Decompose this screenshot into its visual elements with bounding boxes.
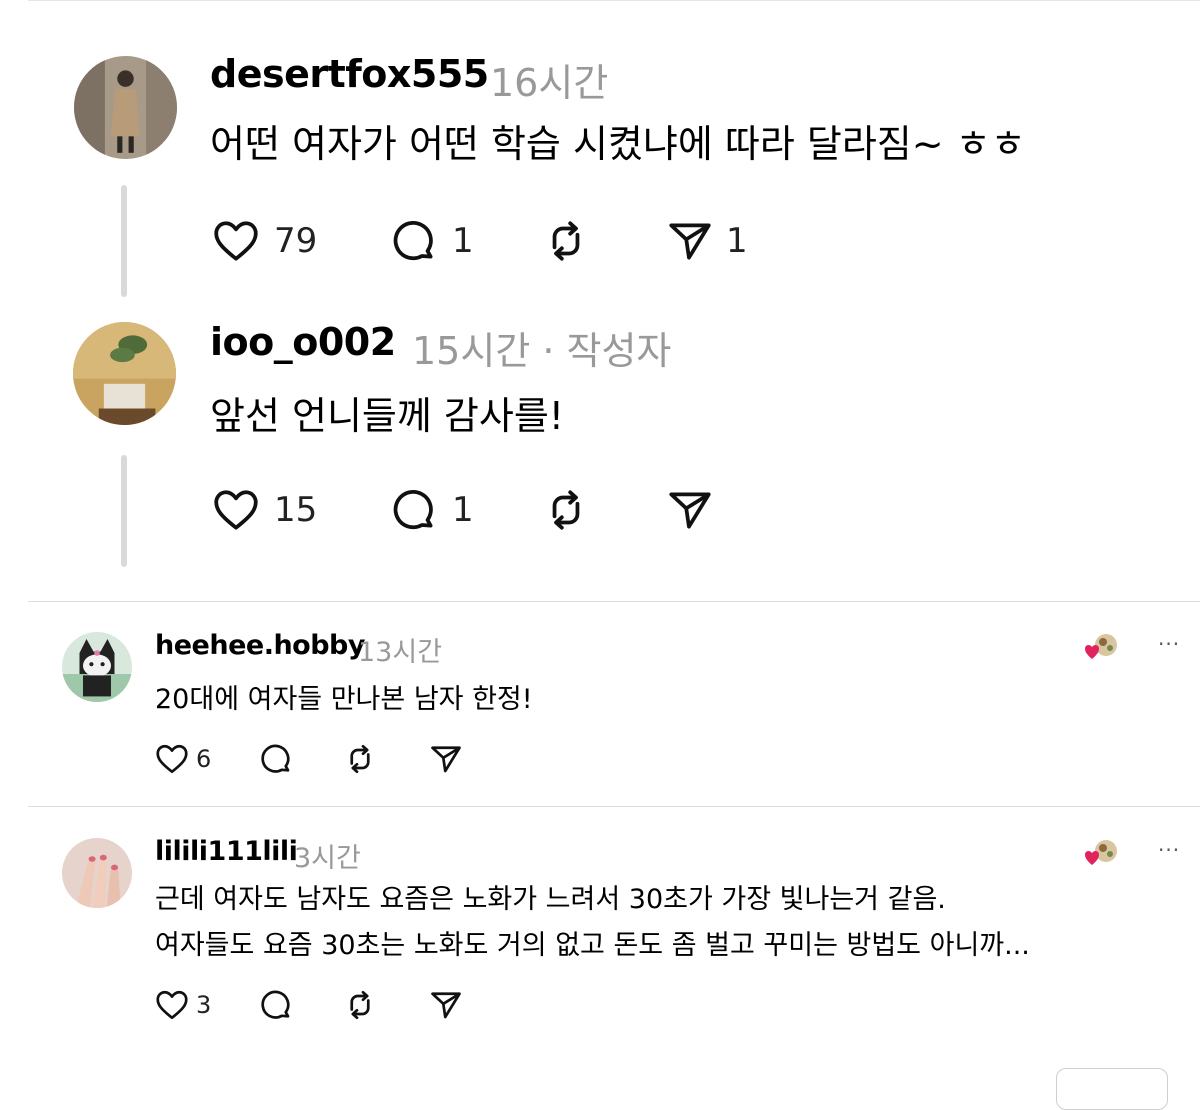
more-icon[interactable]: ··· (1158, 838, 1180, 862)
comment-text: 어떤 여자가 어떤 학습 시켰냐에 따라 달라짐~ ㅎㅎ (210, 122, 1026, 166)
share-icon (669, 223, 711, 260)
repost-button[interactable] (540, 485, 664, 535)
action-bar: 79 1 1 (210, 216, 748, 266)
share-button[interactable] (428, 987, 464, 1023)
action-bar: 15 1 (210, 485, 716, 535)
heart-icon (156, 990, 188, 1020)
share-icon (431, 992, 461, 1019)
section-divider (28, 806, 1200, 807)
top-divider (28, 0, 1200, 1)
reaction-badge[interactable] (1085, 838, 1119, 868)
share-count: 1 (726, 221, 748, 261)
avatar[interactable] (74, 56, 177, 159)
section-divider (28, 601, 1200, 602)
action-bar: 3 (154, 987, 464, 1023)
reply-count: 1 (452, 490, 474, 530)
avatar-photo-icon (74, 56, 177, 159)
timestamp: 15시간 · 작성자 (412, 329, 672, 373)
reply-button[interactable] (258, 987, 342, 1023)
avatar-photo-icon (73, 322, 176, 425)
like-count: 15 (274, 490, 318, 530)
avatar-photo-icon (62, 838, 132, 908)
comment-text-line-1: 근데 여자도 남자도 요즘은 노화가 느려서 30초가 가장 빛나는거 같음. (155, 884, 946, 915)
share-button[interactable] (428, 741, 464, 777)
avatar[interactable] (62, 838, 132, 908)
repost-icon (350, 990, 370, 1020)
reply-count: 1 (452, 221, 474, 261)
avatar[interactable] (62, 632, 132, 702)
action-bar: 6 (154, 741, 464, 777)
comment-text: 앞선 언니들께 감사를! (210, 394, 565, 438)
avatar-character-icon (62, 632, 132, 702)
repost-button[interactable] (342, 987, 428, 1023)
username[interactable]: heehee.hobby (155, 630, 365, 661)
like-button[interactable]: 79 (210, 216, 388, 266)
like-button[interactable]: 15 (210, 485, 388, 535)
repost-icon (552, 221, 580, 261)
repost-button[interactable] (342, 741, 428, 777)
repost-button[interactable] (540, 216, 664, 266)
share-icon (669, 492, 711, 529)
like-count: 6 (196, 745, 212, 773)
timestamp: 16시간 (490, 61, 609, 105)
share-button[interactable]: 1 (664, 216, 748, 266)
thread-line (121, 185, 127, 297)
comment-icon (393, 490, 433, 530)
like-count: 3 (196, 991, 212, 1019)
reply-button[interactable]: 1 (388, 485, 540, 535)
comment-text: 20대에 여자들 만나본 남자 한정! (155, 684, 533, 715)
repost-icon (552, 490, 580, 530)
comment-icon (261, 990, 290, 1019)
timestamp: 13시간 (358, 637, 443, 668)
comment-icon (261, 744, 290, 773)
username[interactable]: ioo_o002 (210, 320, 396, 364)
reaction-icon (1085, 634, 1117, 659)
heart-icon (214, 221, 258, 261)
share-button[interactable] (664, 485, 716, 535)
reply-button[interactable] (258, 741, 342, 777)
repost-icon (350, 744, 370, 774)
thread-line (121, 455, 127, 567)
like-button[interactable]: 6 (154, 741, 258, 777)
reaction-badge[interactable] (1085, 632, 1119, 662)
username[interactable]: desertfox555 (210, 52, 489, 96)
comment-icon (393, 221, 433, 261)
username[interactable]: lilili111lili (155, 836, 298, 867)
share-icon (431, 746, 461, 773)
like-button[interactable]: 3 (154, 987, 258, 1023)
reaction-icon (1085, 840, 1117, 865)
heart-icon (214, 490, 258, 530)
comment-text-line-2: 여자들도 요즘 30초는 노화도 거의 없고 돈도 좀 벌고 꾸미는 방법도 아… (155, 930, 1030, 961)
partial-button[interactable] (1056, 1068, 1168, 1110)
timestamp: 3시간 (294, 843, 361, 874)
more-icon[interactable]: ··· (1158, 632, 1180, 656)
like-count: 79 (274, 221, 318, 261)
heart-icon (156, 744, 188, 774)
reply-button[interactable]: 1 (388, 216, 540, 266)
avatar[interactable] (73, 322, 176, 425)
